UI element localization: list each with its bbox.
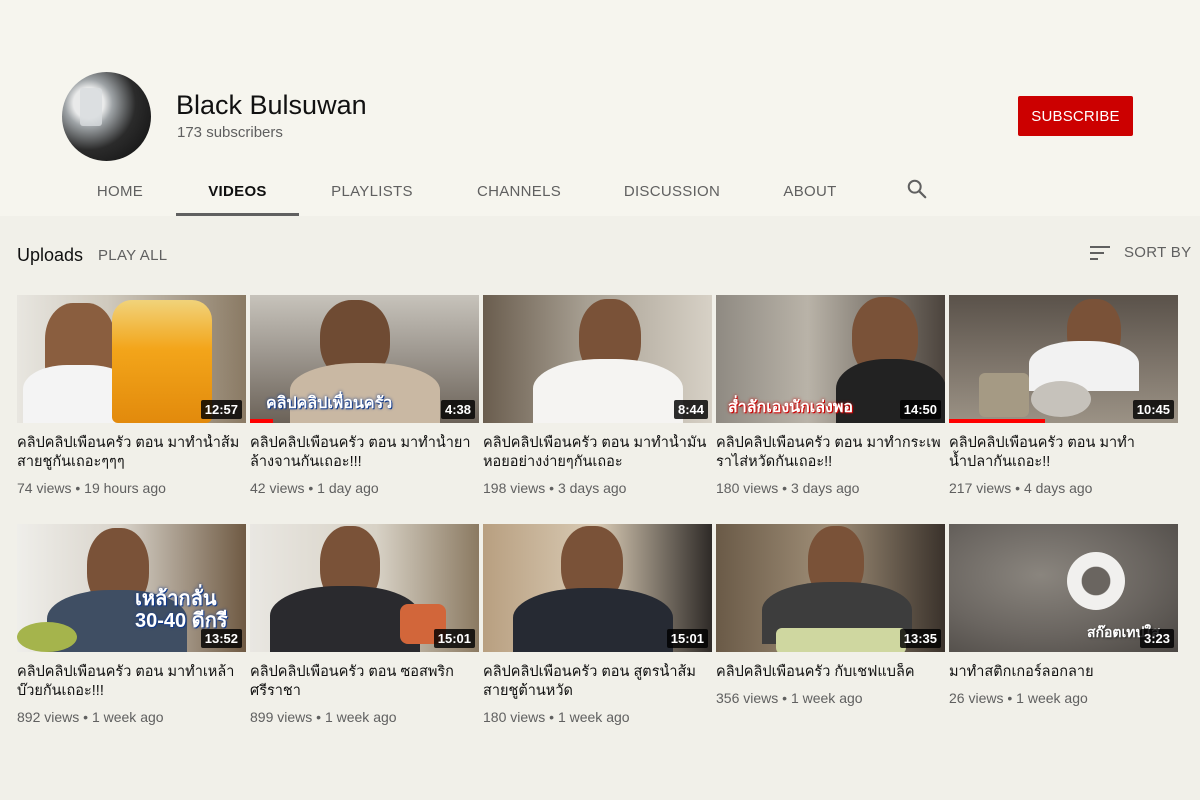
video-meta: 180 views • 1 week ago (483, 709, 630, 725)
video-card[interactable]: เหล้ากลั่น 30-40 ดีกรี 13:52 คลิปคลิปเพื… (17, 524, 246, 725)
video-card[interactable]: 15:01 คลิปคลิปเพื่อนครัว ตอน สูตรน้ำส้มส… (483, 524, 712, 725)
tab-channels[interactable]: CHANNELS (472, 168, 566, 214)
video-duration: 12:57 (200, 400, 242, 419)
video-age: 1 week ago (557, 709, 630, 725)
video-duration: 8:44 (673, 400, 708, 419)
video-duration: 3:23 (1139, 629, 1174, 648)
thumbnail-overlay-text: เหล้ากลั่น 30-40 ดีกรี (135, 588, 228, 632)
video-views: 899 views (250, 709, 313, 725)
video-age: 1 day ago (317, 480, 379, 496)
video-duration: 4:38 (440, 400, 475, 419)
video-views: 198 views (483, 480, 546, 496)
video-thumbnail[interactable]: ส่ำลักเองนักเล่งพอ 14:50 (716, 295, 945, 423)
subscribe-button[interactable]: SUBSCRIBE (1018, 96, 1133, 136)
video-card[interactable]: 15:01 คลิปคลิปเพื่อนครัว ตอน ซอสพริกศรีร… (250, 524, 479, 725)
video-card[interactable]: ส่ำลักเองนักเล่งพอ 14:50 คลิปคลิปเพื่อนค… (716, 295, 945, 496)
video-card[interactable]: 13:35 คลิปคลิปเพื่อนครัว กับเชฟแบล็ค 356… (716, 524, 945, 706)
video-title[interactable]: คลิปคลิปเพื่อนครัว ตอน มาทำน้ำส้มสายชูกั… (17, 434, 246, 472)
video-card[interactable]: 10:45 คลิปคลิปเพื่อนครัว ตอน มาทำน้ำปลาก… (949, 295, 1178, 496)
video-age: 3 days ago (790, 480, 860, 496)
video-thumbnail[interactable]: 12:57 (17, 295, 246, 423)
video-card[interactable]: 8:44 คลิปคลิปเพื่อนครัว ตอน มาทำน้ำมันหอ… (483, 295, 712, 496)
video-thumbnail[interactable]: สก๊อตเทปใส 3:23 (949, 524, 1178, 652)
channel-avatar[interactable] (62, 72, 151, 161)
sort-by-label: SORT BY (1124, 244, 1192, 261)
sort-icon (1090, 245, 1110, 260)
video-thumbnail[interactable]: 15:01 (483, 524, 712, 652)
tab-discussion[interactable]: DISCUSSION (620, 168, 724, 214)
video-age: 1 week ago (91, 709, 164, 725)
search-icon[interactable] (906, 178, 928, 200)
video-meta: 180 views • 3 days ago (716, 480, 860, 496)
video-duration: 14:50 (899, 400, 941, 419)
video-title[interactable]: คลิปคลิปเพื่อนครัว ตอน ซอสพริกศรีราชา (250, 663, 479, 701)
video-meta: 217 views • 4 days ago (949, 480, 1093, 496)
channel-header: Black Bulsuwan 173 subscribers SUBSCRIBE… (0, 0, 1200, 216)
video-duration: 15:01 (433, 629, 475, 648)
video-card[interactable]: สก๊อตเทปใส 3:23 มาทำสติกเกอร์ลอกลาย 26 v… (949, 524, 1178, 706)
video-meta: 899 views • 1 week ago (250, 709, 397, 725)
tab-videos[interactable]: VIDEOS (176, 168, 299, 216)
video-views: 892 views (17, 709, 80, 725)
tab-playlists[interactable]: PLAYLISTS (326, 168, 418, 214)
video-meta: 26 views • 1 week ago (949, 690, 1088, 706)
video-thumbnail[interactable]: 10:45 (949, 295, 1178, 423)
channel-name: Black Bulsuwan (176, 90, 367, 120)
video-meta: 198 views • 3 days ago (483, 480, 627, 496)
video-views: 42 views (250, 480, 305, 496)
tab-home[interactable]: HOME (92, 168, 148, 214)
video-views: 356 views (716, 690, 779, 706)
video-age: 1 week ago (1016, 690, 1088, 706)
video-title[interactable]: คลิปคลิปเพื่อนครัว ตอน มาทำน้ำปลากันเถอะ… (949, 434, 1178, 472)
video-age: 1 week ago (324, 709, 397, 725)
video-age: 1 week ago (790, 690, 863, 706)
video-age: 3 days ago (557, 480, 627, 496)
sort-by-button[interactable]: SORT BY (1090, 244, 1191, 261)
channel-tabs: HOME VIDEOS PLAYLISTS CHANNELS DISCUSSIO… (0, 168, 1200, 216)
video-meta: 356 views • 1 week ago (716, 690, 863, 706)
video-age: 19 hours ago (84, 480, 166, 496)
video-thumbnail[interactable]: คลิปคลิปเพื่อนครัว 4:38 (250, 295, 479, 423)
video-age: 4 days ago (1023, 480, 1093, 496)
video-views: 217 views (949, 480, 1012, 496)
video-meta: 892 views • 1 week ago (17, 709, 164, 725)
video-meta: 74 views • 19 hours ago (17, 480, 166, 496)
video-duration: 13:35 (899, 629, 941, 648)
thumbnail-overlay-text: คลิปคลิปเพื่อนครัว (266, 395, 393, 412)
video-card[interactable]: คลิปคลิปเพื่อนครัว 4:38 คลิปคลิปเพื่อนคร… (250, 295, 479, 496)
video-meta: 42 views • 1 day ago (250, 480, 379, 496)
video-thumbnail[interactable]: เหล้ากลั่น 30-40 ดีกรี 13:52 (17, 524, 246, 652)
video-title[interactable]: คลิปคลิปเพื่อนครัว ตอน มาทำเหล้าบ๊วยกันเ… (17, 663, 246, 701)
watch-progress-bar (250, 419, 273, 423)
video-views: 74 views (17, 480, 72, 496)
video-views: 180 views (483, 709, 546, 725)
video-duration: 15:01 (666, 629, 708, 648)
video-duration: 13:52 (200, 629, 242, 648)
video-title[interactable]: คลิปคลิปเพื่อนครัว ตอน มาทำน้ำมันหอยอย่า… (483, 434, 712, 472)
tab-about[interactable]: ABOUT (778, 168, 842, 214)
video-title[interactable]: คลิปคลิปเพื่อนครัว ตอน มาทำน้ำยาล้างจานก… (250, 434, 479, 472)
video-title[interactable]: คลิปคลิปเพื่อนครัว ตอน มาทำกระเพราไส่หวั… (716, 434, 945, 472)
video-thumbnail[interactable]: 13:35 (716, 524, 945, 652)
play-all-button[interactable]: PLAY ALL (98, 247, 167, 264)
uploads-heading: Uploads (17, 245, 84, 265)
video-thumbnail[interactable]: 8:44 (483, 295, 712, 423)
watch-progress-bar (949, 419, 1045, 423)
video-views: 26 views (949, 690, 1004, 706)
video-card[interactable]: 12:57 คลิปคลิปเพื่อนครัว ตอน มาทำน้ำส้มส… (17, 295, 246, 496)
video-thumbnail[interactable]: 15:01 (250, 524, 479, 652)
video-views: 180 views (716, 480, 779, 496)
video-title[interactable]: คลิปคลิปเพื่อนครัว ตอน สูตรน้ำส้มสายชูต้… (483, 663, 712, 701)
subscriber-count: 173 subscribers (177, 124, 283, 141)
thumbnail-overlay-text: ส่ำลักเองนักเล่งพอ (728, 399, 853, 416)
video-duration: 10:45 (1132, 400, 1174, 419)
